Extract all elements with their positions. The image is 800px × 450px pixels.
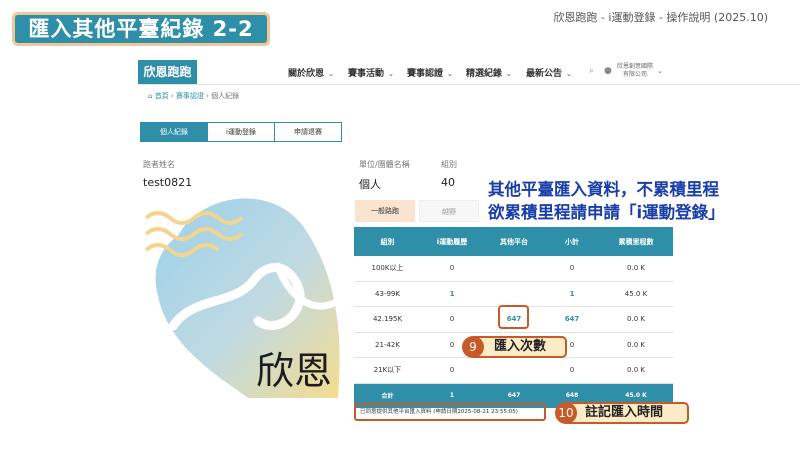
chevron-down-icon: ⌄ <box>388 70 394 78</box>
table-row: 43-99K 1 1 45.0 K <box>354 281 673 307</box>
highlight-box <box>498 305 529 329</box>
column-header: i運動履歷 <box>421 227 483 256</box>
nav-certification[interactable]: 賽事認證 ⌄ <box>407 66 453 79</box>
site-logo[interactable]: 欣恩跑跑 <box>138 60 197 84</box>
column-header: 組別 <box>354 227 421 256</box>
chevron-down-icon: ⌄ <box>328 70 334 78</box>
header-divider <box>138 84 800 85</box>
cell-subtotal: 0 <box>545 256 599 282</box>
tab-withdraw[interactable]: 申請退賽 <box>274 122 342 142</box>
cell-group: 100K以上 <box>354 256 421 282</box>
cell-other <box>483 256 545 282</box>
breadcrumb: ⌂ 首頁 › 賽事認證 › 個人紀錄 <box>148 92 240 100</box>
nav-news[interactable]: 最新公告 ⌄ <box>526 66 572 79</box>
table-row: 100K以上 0 0 0.0 K <box>354 256 673 282</box>
decorative-logo-art: 欣恩 <box>144 198 342 398</box>
import-date-note: 已同意提供其他平台匯入資料 (申請日期2025-08-21 23:55:05) <box>354 403 546 421</box>
chevron-down-icon[interactable]: ⌄ <box>657 67 663 75</box>
cell-distance: 0.0 K <box>599 306 673 333</box>
cell-isport: 0 <box>421 256 483 282</box>
nav-records[interactable]: 精選紀錄 ⌄ <box>466 66 512 79</box>
cell-group: 21K以下 <box>354 357 421 384</box>
column-header: 累積里程數 <box>599 227 673 256</box>
unit-label: 單位/團體名稱 <box>359 160 410 169</box>
cell-distance: 0.0 K <box>599 332 673 358</box>
chevron-down-icon: ⌄ <box>506 70 512 78</box>
tab-isport-registration[interactable]: i運動登錄 <box>207 122 275 142</box>
group-value: 40 <box>441 176 455 189</box>
nav-about[interactable]: 關於欣恩 ⌄ <box>288 66 334 79</box>
step-number-badge: 9 <box>462 336 484 358</box>
breadcrumb-current: 個人紀錄 <box>211 92 240 100</box>
subtab-road-running[interactable]: 一般路跑 <box>355 200 415 222</box>
cell-subtotal-link[interactable]: 647 <box>545 306 599 333</box>
cell-subtotal-link[interactable]: 1 <box>545 281 599 307</box>
cell-group: 43-99K <box>354 281 421 307</box>
cell-isport: 0 <box>421 306 483 333</box>
tab-personal-records[interactable]: 個人紀錄 <box>140 122 208 142</box>
runner-name-label: 跑者姓名 <box>143 160 175 169</box>
cell-other <box>483 281 545 307</box>
company-name[interactable]: 欣恩創意國際 有限公司 <box>617 63 653 79</box>
cell-isport: 0 <box>421 357 483 384</box>
breadcrumb-home[interactable]: 首頁 <box>155 92 169 100</box>
subtab-trail[interactable]: 越野 <box>419 200 479 222</box>
chevron-down-icon: ⌄ <box>447 70 453 78</box>
cell-distance: 0.0 K <box>599 357 673 384</box>
breadcrumb-certification[interactable]: 賽事認證 <box>176 92 204 100</box>
slide-caption: 欣恩跑跑 - i運動登錄 - 操作說明 (2025.10) <box>553 11 768 24</box>
cell-subtotal: 0 <box>545 357 599 384</box>
cell-group: 21-42K <box>354 332 421 358</box>
callout-import-count: 9 匯入次數 <box>462 336 567 358</box>
cell-other <box>483 357 545 384</box>
cell-isport-link[interactable]: 1 <box>421 281 483 307</box>
slide-title: 匯入其他平臺紀錄 2-2 <box>12 12 270 46</box>
callout-import-time: 10 註記匯入時間 <box>555 402 689 424</box>
annotation-text: 其他平臺匯入資料，不累積里程 欲累積里程請申請「i運動登錄」 <box>488 180 725 222</box>
home-icon[interactable]: ⌂ <box>148 92 152 100</box>
unit-value: 個人 <box>359 178 381 191</box>
cell-group: 42.195K <box>354 306 421 333</box>
table-header-row: 組別 i運動履歷 其他平台 小計 累積里程數 <box>354 227 673 256</box>
table-row: 21K以下 0 0 0.0 K <box>354 357 673 384</box>
cell-distance: 0.0 K <box>599 256 673 282</box>
chevron-down-icon: ⌄ <box>566 70 572 78</box>
group-label: 組別 <box>441 160 457 169</box>
decorative-logo-text: 欣恩 <box>256 349 332 393</box>
column-header: 其他平台 <box>483 227 545 256</box>
step-number-badge: 10 <box>555 402 577 424</box>
nav-events[interactable]: 賽事活動 ⌄ <box>348 66 394 79</box>
user-icon[interactable]: ● <box>604 66 612 76</box>
search-icon[interactable]: ⌕ <box>589 66 594 76</box>
column-header: 小計 <box>545 227 599 256</box>
cell-distance: 45.0 K <box>599 281 673 307</box>
